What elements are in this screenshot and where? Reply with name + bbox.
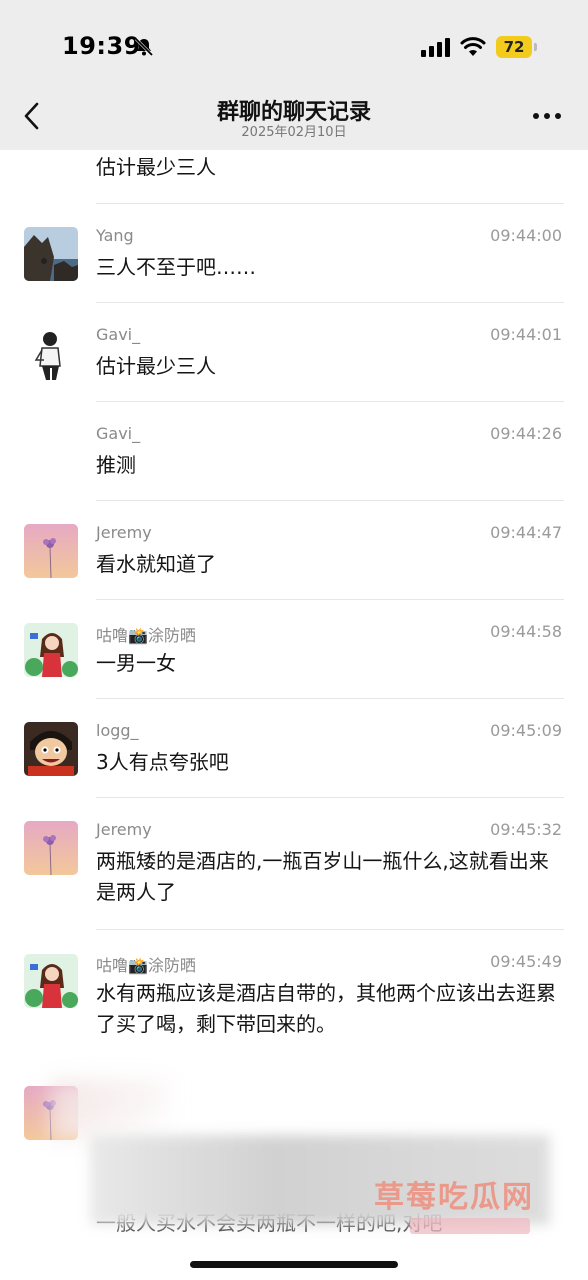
more-options-icon[interactable] [532, 112, 562, 120]
sender-name: Jeremy [96, 523, 152, 542]
message-text: 估计最少三人 [96, 354, 216, 378]
chat-message[interactable]: Jeremy 09:45:32 两瓶矮的是酒店的,一瓶百岁山一瓶什么,这就看出来… [0, 798, 588, 931]
chat-message[interactable]: Gavi_ 09:44:01 估计最少三人 [0, 303, 588, 403]
watermark-text: 草莓吃瓜网 [374, 1180, 534, 1215]
chat-message[interactable]: Jeremy 09:44:47 看水就知道了 [0, 501, 588, 601]
chat-message[interactable]: 咕噜📸涂防晒 09:45:49 水有两瓶应该是酒店自带的，其他两个应该出去逛累了… [0, 930, 588, 1080]
sender-name: 咕噜📸涂防晒 [96, 626, 196, 645]
chat-message[interactable]: Yang 09:44:00 三人不至于吧…… [0, 204, 588, 304]
sender-name: Jeremy [96, 820, 152, 839]
avatar[interactable] [24, 524, 78, 578]
cartoon-girl-avatar-image [24, 954, 78, 1008]
cartoon-boy-avatar-image [24, 722, 78, 776]
landscape-avatar-image [24, 227, 78, 281]
message-time: 09:44:26 [490, 424, 562, 443]
message-time: 09:44:00 [490, 226, 562, 245]
message-time: 09:45:09 [490, 721, 562, 740]
message-text: 三人不至于吧…… [96, 255, 256, 279]
message-text: 水有两瓶应该是酒店自带的，其他两个应该出去逛累了买了喝，剩下带回来的。 [96, 981, 556, 1036]
message-time: 09:44:58 [490, 622, 562, 641]
message-text: 两瓶矮的是酒店的,一瓶百岁山一瓶什么,这就看出来是两人了 [96, 849, 549, 904]
battery-indicator: 72 [496, 36, 532, 58]
sender-name: Gavi_ [96, 424, 141, 443]
chat-message[interactable]: Gavi_ 09:44:26 推测 [0, 402, 588, 502]
sender-name: logg_ [96, 721, 139, 740]
message-text: 推测 [96, 453, 136, 477]
avatar[interactable] [24, 954, 78, 1008]
message-text: 3人有点夸张吧 [96, 750, 229, 774]
home-indicator[interactable] [190, 1261, 398, 1268]
avatar[interactable] [24, 821, 78, 875]
flower-avatar-image [24, 524, 78, 578]
message-text: 估计最少三人 [96, 155, 216, 179]
chat-message[interactable]: logg_ 09:45:09 3人有点夸张吧 [0, 699, 588, 799]
wifi-icon [460, 37, 486, 56]
avatar[interactable] [24, 722, 78, 776]
watermark-bar [410, 1218, 530, 1234]
bell-muted-icon [134, 37, 154, 57]
nav-bar: 群聊的聊天记录 2025年02月10日 [0, 92, 588, 150]
battery-tip [534, 43, 537, 51]
sender-name: Yang [96, 226, 134, 245]
avatar[interactable] [24, 623, 78, 677]
status-bar: 19:39 72 [0, 0, 588, 92]
message-time: 09:45:32 [490, 820, 562, 839]
avatar[interactable] [24, 227, 78, 281]
message-time: 09:44:01 [490, 325, 562, 344]
message-time: 09:44:47 [490, 523, 562, 542]
chat-message[interactable]: 咕噜📸涂防晒 09:44:58 一男一女 [0, 600, 588, 700]
cartoon-girl-avatar-image [24, 623, 78, 677]
sender-name: 咕噜📸涂防晒 [96, 956, 196, 975]
sender-name: Gavi_ [96, 325, 141, 344]
message-text: 看水就知道了 [96, 552, 216, 576]
page-subtitle-date: 2025年02月10日 [241, 125, 347, 140]
avatar[interactable] [24, 326, 78, 380]
blur-overlay [50, 1080, 170, 1140]
cellular-signal-icon [421, 38, 450, 57]
person-avatar-image [24, 326, 78, 380]
status-time: 19:39 [62, 32, 141, 60]
flower-avatar-image [24, 821, 78, 875]
message-text: 一男一女 [96, 651, 176, 675]
message-time: 09:45:49 [490, 952, 562, 971]
